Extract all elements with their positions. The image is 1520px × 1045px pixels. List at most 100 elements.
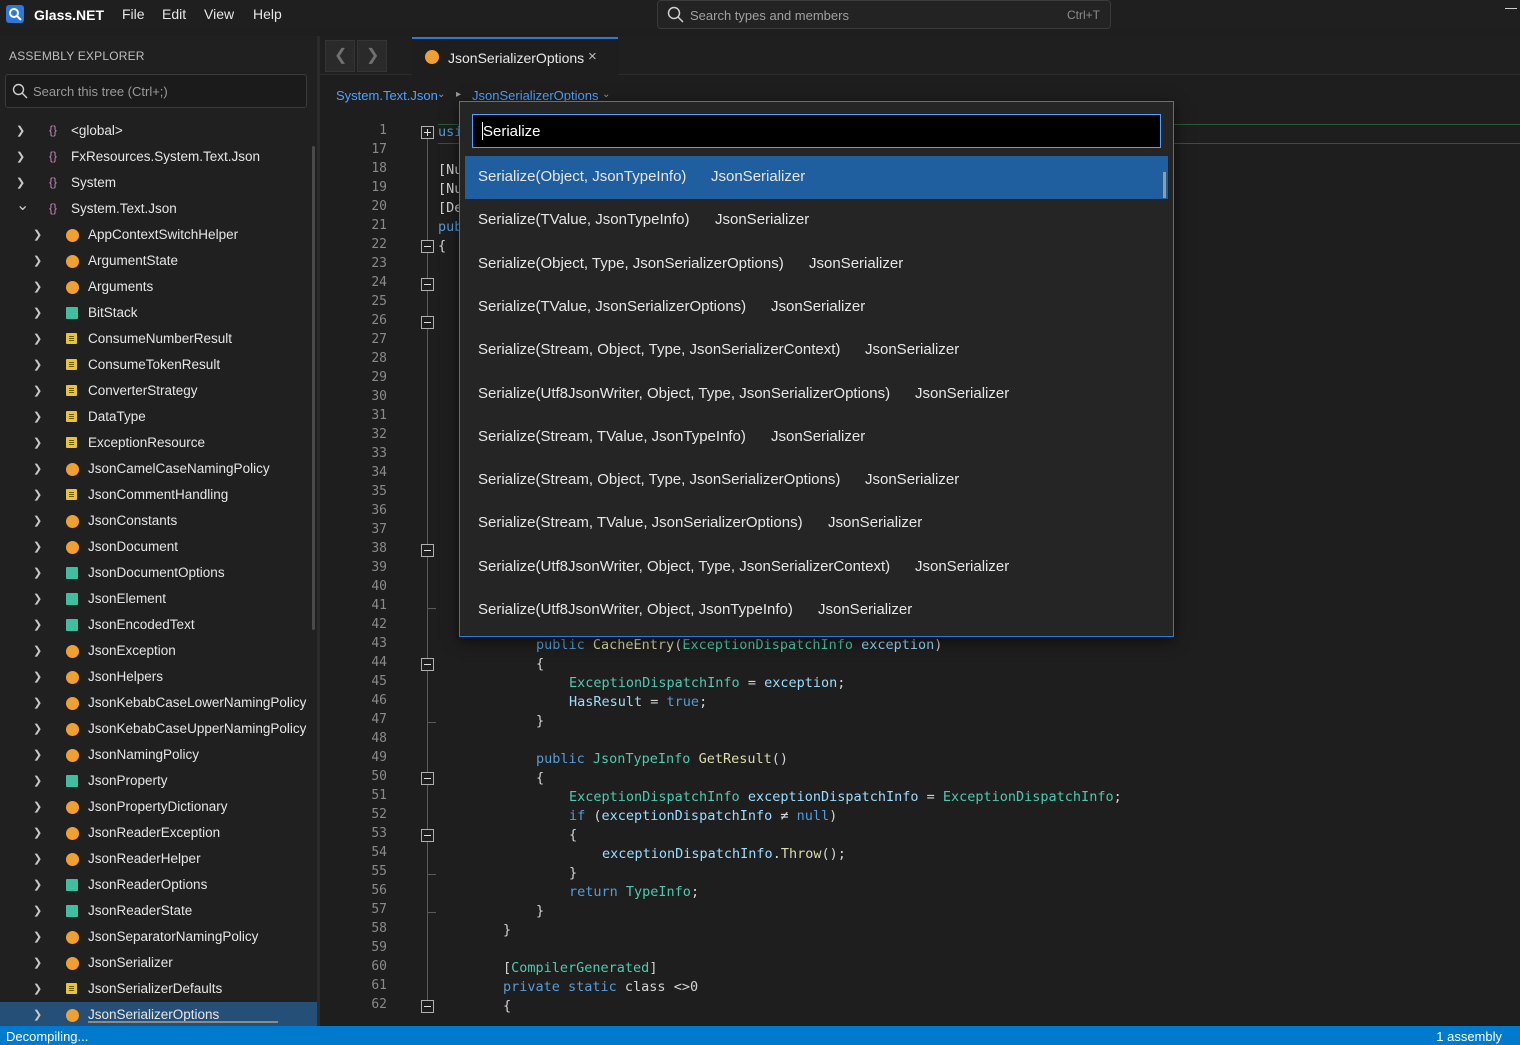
chevron-right-icon[interactable]: ❯: [33, 618, 42, 631]
tree-type-row[interactable]: ❯ ConverterStrategy: [0, 378, 317, 404]
chevron-down-icon[interactable]: ⌄: [437, 89, 445, 100]
tree-type-row[interactable]: ❯ JsonReaderHelper: [0, 846, 317, 872]
global-search-input[interactable]: Search types and members Ctrl+T: [657, 0, 1111, 29]
tree-search-input[interactable]: Search this tree (Ctrl+;): [5, 74, 307, 108]
forward-button[interactable]: ❯: [357, 40, 387, 72]
tree-type-row[interactable]: ❯ JsonHelpers: [0, 664, 317, 690]
tree-type-row[interactable]: ❯ JsonKebabCaseLowerNamingPolicy: [0, 690, 317, 716]
back-button[interactable]: ❮: [325, 40, 355, 72]
chevron-right-icon[interactable]: ❯: [33, 462, 42, 475]
search-result-item[interactable]: Serialize(TValue, JsonSerializerOptions)…: [465, 286, 1168, 329]
search-result-item[interactable]: Serialize(TValue, JsonTypeInfo) JsonSeria…: [465, 199, 1168, 242]
collapse-icon[interactable]: [421, 1000, 434, 1013]
chevron-right-icon[interactable]: ❯: [33, 384, 42, 397]
chevron-right-icon[interactable]: ❯: [16, 150, 25, 163]
tree-type-row[interactable]: ❯ JsonConstants: [0, 508, 317, 534]
menu-edit[interactable]: Edit: [162, 6, 186, 22]
tree-namespace-row[interactable]: ❯ {} System: [0, 170, 317, 196]
collapse-icon[interactable]: [421, 772, 434, 785]
menu-help[interactable]: Help: [253, 6, 282, 22]
tree-type-row[interactable]: ❯ JsonCommentHandling: [0, 482, 317, 508]
chevron-right-icon[interactable]: ❯: [33, 254, 42, 267]
tree-type-row[interactable]: ❯ JsonElement: [0, 586, 317, 612]
expand-icon[interactable]: [421, 126, 434, 139]
menu-file[interactable]: File: [122, 6, 145, 22]
tree-type-row[interactable]: ❯ JsonSerializer: [0, 950, 317, 976]
tree-type-row[interactable]: ❯ ConsumeTokenResult: [0, 352, 317, 378]
member-search-input[interactable]: Serialize: [472, 114, 1161, 148]
sidebar-scrollbar[interactable]: [312, 146, 315, 630]
collapse-icon[interactable]: [421, 658, 434, 671]
tab-jsonserializeroptions[interactable]: JsonSerializerOptions ×: [412, 37, 618, 76]
chevron-right-icon[interactable]: ❯: [33, 514, 42, 527]
collapse-icon[interactable]: [421, 240, 434, 253]
chevron-right-icon[interactable]: ❯: [33, 540, 42, 553]
chevron-right-icon[interactable]: ❯: [33, 904, 42, 917]
menu-view[interactable]: View: [204, 6, 234, 22]
chevron-right-icon[interactable]: ❯: [33, 488, 42, 501]
chevron-right-icon[interactable]: ❯: [33, 228, 42, 241]
tree-namespace-row[interactable]: ⌄ {} System.Text.Json: [0, 196, 317, 222]
tree-type-row[interactable]: ❯ JsonCamelCaseNamingPolicy: [0, 456, 317, 482]
tree-namespace-row[interactable]: ❯ {} <global>: [0, 118, 317, 144]
tree-type-row[interactable]: ❯ JsonReaderException: [0, 820, 317, 846]
chevron-right-icon[interactable]: ❯: [33, 878, 42, 891]
chevron-right-icon[interactable]: ❯: [33, 774, 42, 787]
search-result-item[interactable]: Serialize(Stream, TValue, JsonTypeInfo) J…: [465, 416, 1168, 459]
tree-type-row[interactable]: ❯ Arguments: [0, 274, 317, 300]
search-result-item[interactable]: Serialize(Object, Type, JsonSerializerOp…: [465, 243, 1168, 286]
chevron-right-icon[interactable]: ❯: [33, 436, 42, 449]
chevron-right-icon[interactable]: ❯: [33, 826, 42, 839]
tree-type-row[interactable]: ❯ JsonDocumentOptions: [0, 560, 317, 586]
chevron-down-icon[interactable]: ⌄: [602, 89, 610, 100]
search-result-item[interactable]: Serialize(Object, JsonTypeInfo) JsonSeria…: [465, 156, 1168, 199]
chevron-right-icon[interactable]: ❯: [33, 332, 42, 345]
tree-type-row[interactable]: ❯ JsonKebabCaseUpperNamingPolicy: [0, 716, 317, 742]
chevron-down-icon[interactable]: ⌄: [16, 195, 29, 215]
chevron-right-icon[interactable]: ❯: [33, 306, 42, 319]
collapse-icon[interactable]: [421, 316, 434, 329]
results-scrollbar[interactable]: [1163, 172, 1166, 198]
breadcrumb-namespace[interactable]: System.Text.Json: [336, 88, 438, 103]
sidebar-horizontal-scrollbar[interactable]: [88, 1021, 278, 1023]
tree-type-row[interactable]: ❯ ExceptionResource: [0, 430, 317, 456]
tree-type-row[interactable]: ❯ DataType: [0, 404, 317, 430]
chevron-right-icon[interactable]: ❯: [33, 852, 42, 865]
tree-type-row[interactable]: ❯ JsonSerializerDefaults: [0, 976, 317, 1002]
close-icon[interactable]: ×: [588, 48, 597, 65]
tree-type-row[interactable]: ❯ ArgumentState: [0, 248, 317, 274]
chevron-right-icon[interactable]: ❯: [33, 410, 42, 423]
chevron-right-icon[interactable]: ❯: [33, 358, 42, 371]
search-result-item[interactable]: Serialize(Stream, Object, Type, JsonSeri…: [465, 459, 1168, 502]
chevron-right-icon[interactable]: ❯: [33, 956, 42, 969]
chevron-right-icon[interactable]: ❯: [33, 982, 42, 995]
search-result-item[interactable]: Serialize(Utf8JsonWriter, Object, JsonTy…: [465, 589, 1168, 632]
tree-type-row[interactable]: ❯ JsonReaderOptions: [0, 872, 317, 898]
chevron-right-icon[interactable]: ❯: [33, 748, 42, 761]
chevron-right-icon[interactable]: ❯: [33, 1008, 42, 1021]
tree-type-row[interactable]: ❯ ConsumeNumberResult: [0, 326, 317, 352]
collapse-icon[interactable]: [421, 544, 434, 557]
tree-namespace-row[interactable]: ❯ {} FxResources.System.Text.Json: [0, 144, 317, 170]
collapse-icon[interactable]: [421, 278, 434, 291]
chevron-right-icon[interactable]: ❯: [33, 280, 42, 293]
chevron-right-icon[interactable]: ❯: [16, 124, 25, 137]
tree-type-row[interactable]: ❯ JsonNamingPolicy: [0, 742, 317, 768]
search-result-item[interactable]: Serialize(Stream, TValue, JsonSerializer…: [465, 502, 1168, 545]
tree-type-row[interactable]: ❯ JsonProperty: [0, 768, 317, 794]
collapse-icon[interactable]: [421, 829, 434, 842]
chevron-right-icon[interactable]: ❯: [33, 644, 42, 657]
tree-type-row[interactable]: ❯ JsonSeparatorNamingPolicy: [0, 924, 317, 950]
chevron-right-icon[interactable]: ❯: [33, 670, 42, 683]
search-result-item[interactable]: Serialize(Utf8JsonWriter, Object, Type, …: [465, 373, 1168, 416]
tree-type-row[interactable]: ❯ JsonReaderState: [0, 898, 317, 924]
tree-type-row[interactable]: ❯ JsonException: [0, 638, 317, 664]
chevron-right-icon[interactable]: ❯: [33, 566, 42, 579]
search-result-item[interactable]: Serialize(Stream, Object, Type, JsonSeri…: [465, 329, 1168, 372]
tree-type-row[interactable]: ❯ JsonPropertyDictionary: [0, 794, 317, 820]
minimize-icon[interactable]: [1505, 8, 1517, 9]
chevron-right-icon[interactable]: ❯: [33, 930, 42, 943]
chevron-right-icon[interactable]: ❯: [33, 592, 42, 605]
tree-type-row[interactable]: ❯ BitStack: [0, 300, 317, 326]
tree-type-row[interactable]: ❯ JsonDocument: [0, 534, 317, 560]
